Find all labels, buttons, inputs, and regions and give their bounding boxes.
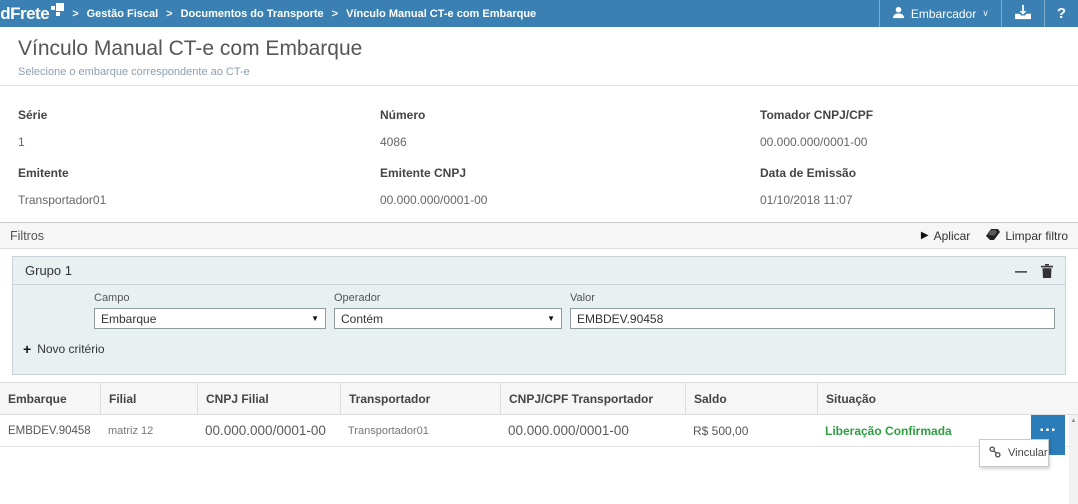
operador-label: Operador bbox=[334, 292, 562, 304]
valor-input[interactable] bbox=[570, 308, 1055, 329]
col-header-transportador: Transportador bbox=[340, 383, 500, 414]
field-emitente: Emitente Transportador01 bbox=[18, 166, 380, 207]
field-emitente-label: Emitente bbox=[18, 166, 380, 180]
link-icon bbox=[989, 446, 1001, 461]
field-data-emissao-label: Data de Emissão bbox=[760, 166, 1060, 180]
select-arrow-icon: ▼ bbox=[311, 314, 319, 323]
trash-icon bbox=[1041, 264, 1053, 278]
filter-criteria-row: Campo Embarque ▼ Operador Contém ▼ Valor bbox=[13, 285, 1065, 329]
vincular-menu-item[interactable]: Vincular bbox=[979, 439, 1049, 467]
col-header-filial: Filial bbox=[100, 383, 197, 414]
app-logo-text: ldFrete bbox=[0, 4, 49, 24]
col-header-situacao: Situação bbox=[817, 383, 1078, 414]
col-header-cnpj-transportador: CNPJ/CPF Transportador bbox=[500, 383, 685, 414]
field-emitente-value: Transportador01 bbox=[18, 193, 380, 207]
help-button[interactable]: ? bbox=[1045, 0, 1078, 27]
breadcrumb-separator-icon: > bbox=[166, 8, 172, 20]
breadcrumb-gestao-fiscal[interactable]: Gestão Fiscal bbox=[87, 8, 159, 20]
field-tomador-cnpj: Tomador CNPJ/CPF 00.000.000/0001-00 bbox=[760, 108, 1060, 149]
new-criterion-label: Novo critério bbox=[37, 342, 104, 356]
field-tomador-cnpj-label: Tomador CNPJ/CPF bbox=[760, 108, 1060, 122]
filters-title: Filtros bbox=[10, 229, 44, 243]
breadcrumb-documentos-transporte[interactable]: Documentos do Transporte bbox=[181, 8, 324, 20]
operador-select-value: Contém bbox=[341, 312, 383, 326]
table-row[interactable]: EMBDEV.90458 matriz 12 00.000.000/0001-0… bbox=[0, 415, 1078, 447]
clear-filter-label: Limpar filtro bbox=[1005, 229, 1068, 243]
cell-filial: matriz 12 bbox=[100, 415, 197, 446]
field-data-emissao-value: 01/10/2018 11:07 bbox=[760, 193, 1060, 207]
apply-filter-button[interactable]: ▶ Aplicar bbox=[921, 229, 970, 243]
field-data-emissao: Data de Emissão 01/10/2018 11:07 bbox=[760, 166, 1060, 207]
select-arrow-icon: ▼ bbox=[547, 314, 555, 323]
campo-select[interactable]: Embarque ▼ bbox=[94, 308, 326, 329]
top-bar: ldFrete > Gestão Fiscal > Documentos do … bbox=[0, 0, 1078, 27]
breadcrumb-separator-icon: > bbox=[332, 8, 338, 20]
download-icon bbox=[1014, 4, 1032, 23]
page-header: Vínculo Manual CT-e com Embarque Selecio… bbox=[0, 27, 1078, 86]
delete-group-button[interactable] bbox=[1041, 264, 1053, 278]
table-header-row: Embarque Filial CNPJ Filial Transportado… bbox=[0, 382, 1078, 415]
campo-select-value: Embarque bbox=[101, 312, 156, 326]
field-serie-label: Série bbox=[18, 108, 380, 122]
page-title: Vínculo Manual CT-e com Embarque bbox=[18, 37, 1060, 61]
help-icon: ? bbox=[1057, 5, 1066, 22]
filter-group-1: Grupo 1 — Campo Embarque ▼ Operador Cont… bbox=[12, 256, 1066, 375]
cell-cnpj-filial: 00.000.000/0001-00 bbox=[197, 415, 340, 446]
vertical-scrollbar[interactable]: ▲ bbox=[1069, 415, 1078, 504]
collapse-group-button[interactable]: — bbox=[1015, 266, 1027, 276]
scroll-up-icon: ▲ bbox=[1071, 418, 1077, 504]
col-header-saldo: Saldo bbox=[685, 383, 817, 414]
user-menu[interactable]: Embarcador ∨ bbox=[880, 0, 1001, 27]
ellipsis-icon: ... bbox=[1031, 421, 1065, 431]
download-button[interactable] bbox=[1002, 0, 1044, 27]
field-numero-value: 4086 bbox=[380, 135, 760, 149]
col-header-embarque: Embarque bbox=[0, 383, 100, 414]
vincular-label: Vincular bbox=[1008, 447, 1048, 459]
field-numero-label: Número bbox=[380, 108, 760, 122]
filters-bar: Filtros ▶ Aplicar Limpar filtro bbox=[0, 222, 1078, 249]
plus-icon: + bbox=[23, 343, 31, 355]
cell-saldo: R$ 500,00 bbox=[685, 415, 817, 446]
clear-filter-button[interactable]: Limpar filtro bbox=[986, 229, 1068, 243]
filter-group-title: Grupo 1 bbox=[25, 263, 72, 278]
campo-label: Campo bbox=[94, 292, 326, 304]
page-subtitle: Selecione o embarque correspondente ao C… bbox=[18, 66, 1060, 78]
user-menu-label: Embarcador bbox=[911, 7, 976, 21]
field-emitente-cnpj: Emitente CNPJ 00.000.000/0001-00 bbox=[380, 166, 760, 207]
field-serie-value: 1 bbox=[18, 135, 380, 149]
new-criterion-button[interactable]: + Novo critério bbox=[13, 329, 1065, 356]
cell-embarque: EMBDEV.90458 bbox=[0, 415, 100, 446]
field-tomador-cnpj-value: 00.000.000/0001-00 bbox=[760, 135, 1060, 149]
field-emitente-cnpj-value: 00.000.000/0001-00 bbox=[380, 193, 760, 207]
breadcrumb-vinculo-manual[interactable]: Vínculo Manual CT-e com Embarque bbox=[346, 8, 536, 20]
filter-group-header: Grupo 1 — bbox=[13, 257, 1065, 285]
valor-label: Valor bbox=[570, 292, 1055, 304]
field-serie: Série 1 bbox=[18, 108, 380, 149]
eraser-icon bbox=[986, 229, 1000, 243]
cell-cnpj-transportador: 00.000.000/0001-00 bbox=[500, 415, 685, 446]
field-numero: Número 4086 bbox=[380, 108, 760, 149]
app-logo[interactable]: ldFrete bbox=[0, 4, 64, 24]
breadcrumb-separator-icon: > bbox=[72, 8, 78, 20]
apply-filter-label: Aplicar bbox=[934, 229, 971, 243]
col-header-cnpj-filial: CNPJ Filial bbox=[197, 383, 340, 414]
filter-area: Grupo 1 — Campo Embarque ▼ Operador Cont… bbox=[0, 249, 1078, 382]
results-table: Embarque Filial CNPJ Filial Transportado… bbox=[0, 382, 1078, 447]
chevron-down-icon: ∨ bbox=[982, 8, 989, 19]
cell-transportador: Transportador01 bbox=[340, 415, 500, 446]
field-emitente-cnpj-label: Emitente CNPJ bbox=[380, 166, 760, 180]
user-icon bbox=[892, 6, 905, 22]
operador-select[interactable]: Contém ▼ bbox=[334, 308, 562, 329]
cte-details: Série 1 Número 4086 Tomador CNPJ/CPF 00.… bbox=[0, 86, 1078, 222]
play-icon: ▶ bbox=[921, 230, 929, 241]
logo-squares-icon bbox=[51, 3, 64, 19]
